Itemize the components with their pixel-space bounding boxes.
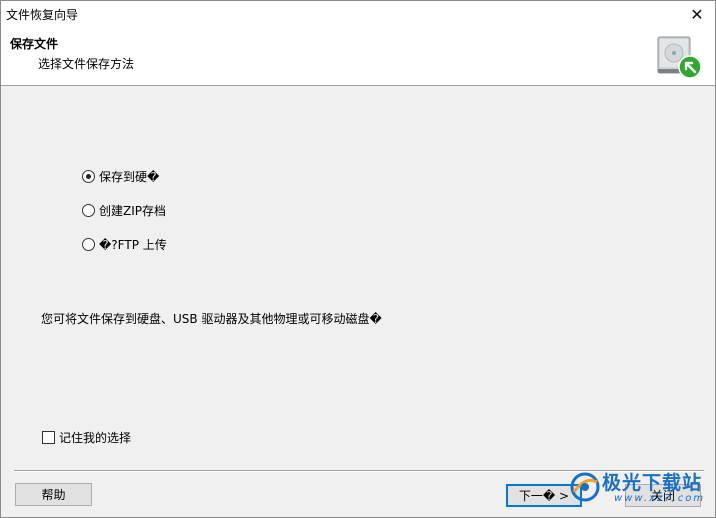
radio-save-to-disk[interactable] xyxy=(82,170,95,183)
hard-drive-restore-icon xyxy=(657,36,702,79)
option-ftp-upload[interactable]: �?FTP 上传 xyxy=(82,236,167,253)
wizard-window: 文件恢复向导 ✕ 保存文件 选择文件保存方法 保存到硬� 创建ZIP存档 �?F… xyxy=(0,0,716,518)
radio-ftp-upload[interactable] xyxy=(82,238,95,251)
option-label: �?FTP 上传 xyxy=(99,238,167,252)
option-create-zip[interactable]: 创建ZIP存档 xyxy=(82,202,166,219)
wizard-header: 保存文件 选择文件保存方法 xyxy=(1,27,715,86)
close-button[interactable]: 关闭 xyxy=(625,484,701,507)
option-label: 创建ZIP存档 xyxy=(99,204,166,218)
close-icon[interactable]: ✕ xyxy=(679,1,715,27)
remember-choice[interactable]: 记住我的选择 xyxy=(42,429,131,446)
help-button[interactable]: 帮助 xyxy=(15,483,92,506)
page-subtitle: 选择文件保存方法 xyxy=(38,57,135,71)
remember-label: 记住我的选择 xyxy=(59,431,132,445)
window-title: 文件恢复向导 xyxy=(6,8,79,22)
next-button[interactable]: 下一� > xyxy=(506,484,582,507)
option-label: 保存到硬� xyxy=(99,170,160,184)
remember-checkbox[interactable] xyxy=(42,431,55,444)
footer-divider xyxy=(14,470,704,472)
option-save-to-disk[interactable]: 保存到硬� xyxy=(82,168,159,185)
title-bar: 文件恢复向导 ✕ xyxy=(1,1,715,27)
description-text: 您可将文件保存到硬盘、USB 驱动器及其他物理或可移动磁盘� xyxy=(41,312,382,326)
page-title: 保存文件 xyxy=(10,37,59,51)
radio-create-zip[interactable] xyxy=(82,204,95,217)
